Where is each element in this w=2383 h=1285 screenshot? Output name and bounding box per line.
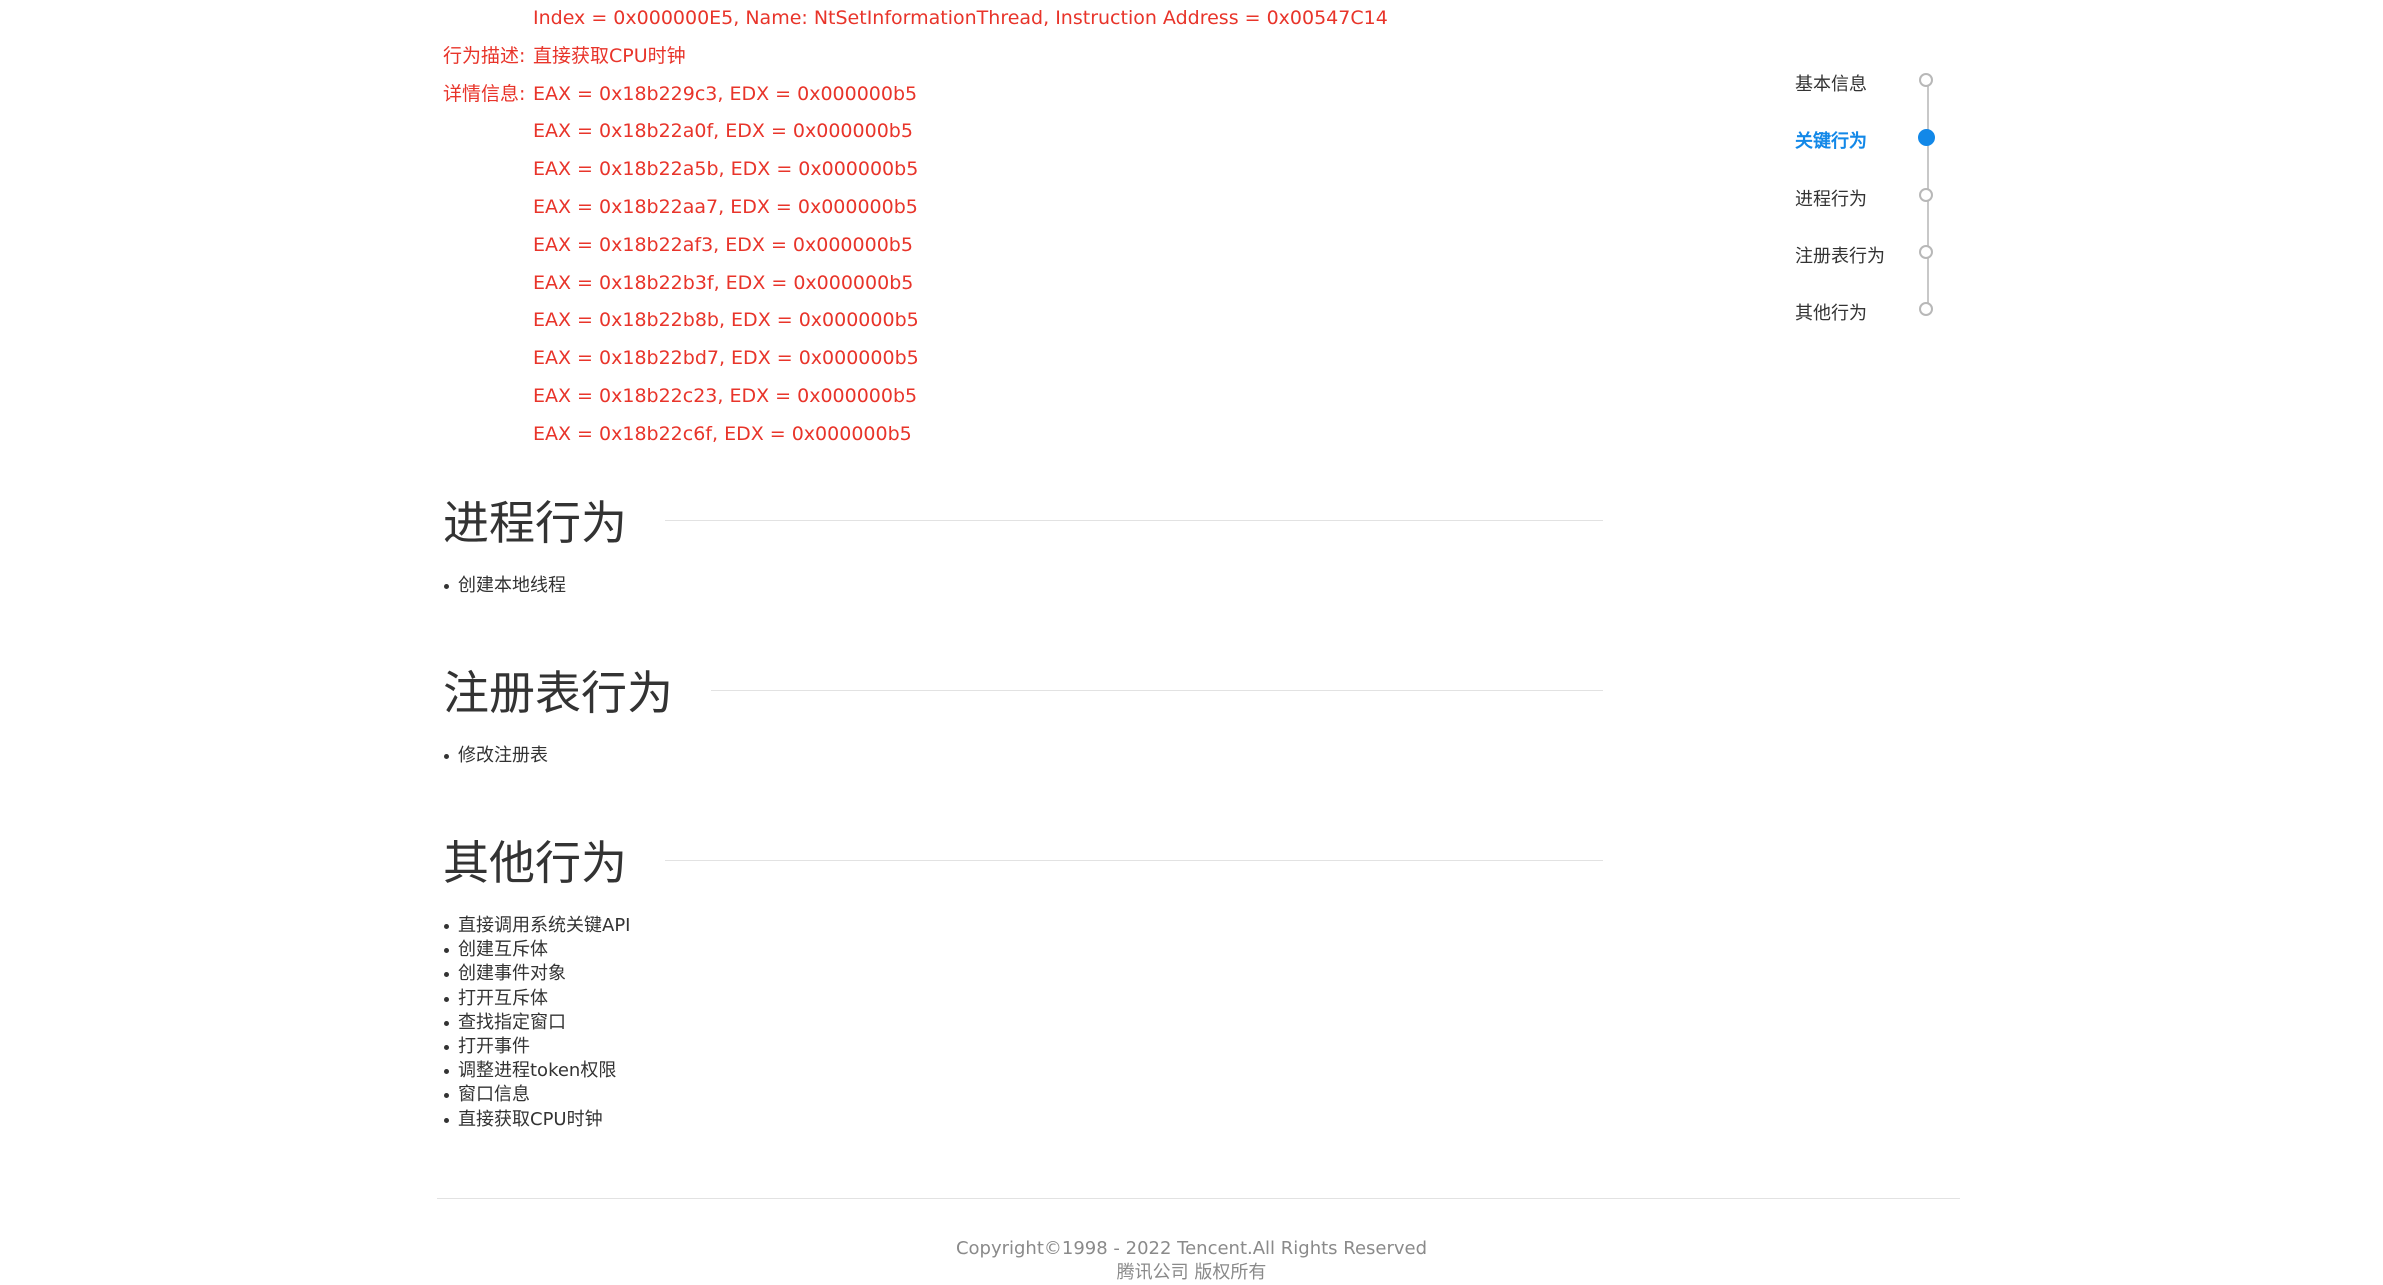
- footer: Copyright©1998 - 2022 Tencent.All Rights…: [0, 1237, 2383, 1285]
- list-item: 打开事件: [443, 1035, 1603, 1059]
- nav-item-label: 其他行为: [1795, 303, 1867, 324]
- detail-row: EAX = 0x18b22b3f, EDX = 0x000000b5: [443, 265, 1388, 303]
- section-title: 进程行为: [443, 496, 627, 550]
- detail-value: EAX = 0x18b22a5b, EDX = 0x000000b5: [533, 158, 919, 181]
- behavior-desc-value: 直接获取CPU时钟: [533, 44, 686, 67]
- detail-row: EAX = 0x18b22a0f, EDX = 0x000000b5: [443, 113, 1388, 151]
- detail-row: EAX = 0x18b22bd7, EDX = 0x000000b5: [443, 340, 1388, 378]
- detail-value: EAX = 0x18b22a0f, EDX = 0x000000b5: [533, 120, 913, 143]
- detail-value: EAX = 0x18b22c6f, EDX = 0x000000b5: [533, 422, 912, 445]
- nav-item-label: 基本信息: [1795, 74, 1867, 95]
- section-divider: [665, 519, 1603, 521]
- nav-dot-icon: [1918, 129, 1935, 146]
- detail-row: EAX = 0x18b22c23, EDX = 0x000000b5: [443, 378, 1388, 416]
- other-behavior-list: 直接调用系统关键API 创建互斥体 创建事件对象 打开互斥体 查找指定窗口 打开…: [443, 914, 1603, 1132]
- nav-dot-icon: [1919, 73, 1933, 87]
- registry-behavior-section: 注册表行为 修改注册表: [443, 660, 1603, 768]
- detail-value: EAX = 0x18b22c23, EDX = 0x000000b5: [533, 384, 918, 407]
- list-item: 直接获取CPU时钟: [443, 1108, 1603, 1132]
- key-behavior-detail: Index = 0x000000E5, Name: NtSetInformati…: [443, 0, 1388, 454]
- report-page: Index = 0x000000E5, Name: NtSetInformati…: [0, 0, 2383, 1285]
- registry-behavior-list: 修改注册表: [443, 744, 1603, 768]
- instruction-row: Index = 0x000000E5, Name: NtSetInformati…: [443, 0, 1388, 38]
- nav-dot-icon: [1919, 245, 1933, 259]
- detail-value: EAX = 0x18b229c3, EDX = 0x000000b5: [533, 82, 918, 105]
- instruction-value: Index = 0x000000E5, Name: NtSetInformati…: [533, 7, 1388, 29]
- copyright-text: Copyright©1998 - 2022 Tencent.All Rights…: [955, 1238, 1428, 1259]
- nav-dot-icon: [1919, 188, 1933, 202]
- nav-dot-icon: [1919, 302, 1933, 316]
- detail-label: 详情信息:: [443, 82, 526, 105]
- nav-item-registry-behavior[interactable]: 注册表行为: [1795, 239, 1955, 269]
- list-item: 创建事件对象: [443, 962, 1603, 986]
- section-header: 其他行为: [443, 830, 1603, 890]
- detail-value: EAX = 0x18b22b8b, EDX = 0x000000b5: [533, 309, 919, 332]
- detail-row: EAX = 0x18b22aa7, EDX = 0x000000b5: [443, 189, 1388, 227]
- section-header: 进程行为: [443, 490, 1603, 550]
- list-item: 创建互斥体: [443, 938, 1603, 962]
- nav-item-other-behavior[interactable]: 其他行为: [1795, 296, 1955, 326]
- behavior-desc-row: 行为描述: 直接获取CPU时钟: [443, 38, 1388, 76]
- detail-value: EAX = 0x18b22b3f, EDX = 0x000000b5: [533, 271, 914, 294]
- detail-row: EAX = 0x18b22af3, EDX = 0x000000b5: [443, 227, 1388, 265]
- nav-item-key-behavior[interactable]: 关键行为: [1795, 124, 1955, 154]
- nav-item-label: 进程行为: [1795, 189, 1867, 210]
- other-behavior-section: 其他行为 直接调用系统关键API 创建互斥体 创建事件对象 打开互斥体 查找指定…: [443, 830, 1603, 1132]
- section-divider: [665, 859, 1603, 861]
- list-item: 修改注册表: [443, 744, 1603, 768]
- section-nav: 基本信息 关键行为 进程行为 注册表行为 其他行为: [1795, 62, 1955, 332]
- list-item: 直接调用系统关键API: [443, 914, 1603, 938]
- list-item: 窗口信息: [443, 1083, 1603, 1107]
- behavior-desc-label: 行为描述:: [443, 44, 526, 67]
- list-item: 创建本地线程: [443, 574, 1603, 598]
- list-item: 调整进程token权限: [443, 1059, 1603, 1083]
- footer-divider: [437, 1198, 1960, 1199]
- section-header: 注册表行为: [443, 660, 1603, 720]
- detail-row: EAX = 0x18b22a5b, EDX = 0x000000b5: [443, 151, 1388, 189]
- list-item: 查找指定窗口: [443, 1011, 1603, 1035]
- detail-value: EAX = 0x18b22af3, EDX = 0x000000b5: [533, 233, 913, 256]
- nav-item-process-behavior[interactable]: 进程行为: [1795, 182, 1955, 212]
- process-behavior-list: 创建本地线程: [443, 574, 1603, 598]
- detail-value: EAX = 0x18b22aa7, EDX = 0x000000b5: [533, 195, 918, 218]
- section-divider: [711, 689, 1603, 691]
- detail-value: EAX = 0x18b22bd7, EDX = 0x000000b5: [533, 347, 919, 370]
- detail-row: EAX = 0x18b22c6f, EDX = 0x000000b5: [443, 416, 1388, 454]
- list-item: 打开互斥体: [443, 987, 1603, 1011]
- nav-item-label: 关键行为: [1795, 131, 1867, 152]
- process-behavior-section: 进程行为 创建本地线程: [443, 490, 1603, 598]
- section-title: 注册表行为: [443, 666, 673, 720]
- section-title: 其他行为: [443, 836, 627, 890]
- detail-row: 详情信息: EAX = 0x18b229c3, EDX = 0x000000b5: [443, 76, 1388, 114]
- nav-item-basic-info[interactable]: 基本信息: [1795, 67, 1955, 97]
- nav-item-label: 注册表行为: [1795, 246, 1885, 267]
- company-text: 腾讯公司 版权所有: [1116, 1262, 1267, 1283]
- detail-row: EAX = 0x18b22b8b, EDX = 0x000000b5: [443, 302, 1388, 340]
